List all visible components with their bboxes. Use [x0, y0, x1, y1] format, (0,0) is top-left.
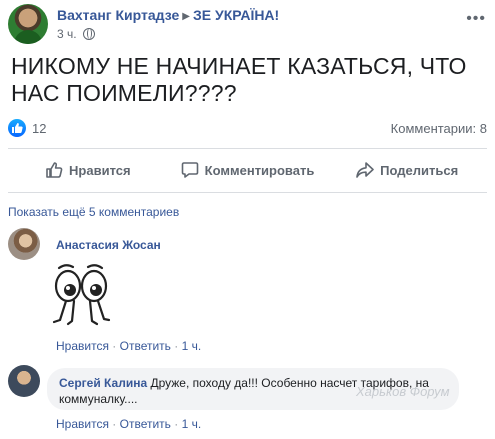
comment-button-label: Комментировать: [204, 162, 315, 178]
like-button[interactable]: Нравится: [8, 154, 168, 186]
comment-icon: [181, 162, 198, 178]
share-icon: [356, 162, 374, 178]
divider: [8, 192, 487, 193]
comment-actions: Нравится · Ответить · 1 ч.: [56, 339, 201, 353]
comment-like-link[interactable]: Нравится: [56, 339, 109, 353]
group-name-link[interactable]: ЗЕ УКРАЇНА!: [193, 7, 279, 23]
like-reaction-icon[interactable]: [8, 119, 26, 137]
commenter-avatar[interactable]: [8, 365, 40, 397]
post-meta: 3 ч.: [57, 27, 95, 41]
divider: [8, 148, 487, 149]
separator-dot: ·: [174, 339, 182, 353]
comment-author-link[interactable]: Сергей Калина: [59, 376, 147, 390]
comment-author-link[interactable]: Анастасия Жосан: [56, 238, 161, 252]
share-button[interactable]: Поделиться: [327, 154, 487, 186]
more-options-icon[interactable]: •••: [466, 10, 486, 28]
author-name-link[interactable]: Вахтанг Киртадзе: [57, 7, 179, 23]
share-button-label: Поделиться: [380, 162, 459, 178]
post-card: Вахтанг Киртадзе ▶ ЗЕ УКРАЇНА! 3 ч. ••• НИ…: [0, 0, 495, 439]
comments-count-link[interactable]: Комментарии: 8: [391, 121, 487, 136]
action-bar: Нравится Комментировать Поделиться: [8, 154, 487, 186]
separator-dot: ·: [112, 417, 120, 431]
comment-reply-link[interactable]: Ответить: [120, 339, 171, 353]
comment-actions: Нравится · Ответить · 1 ч.: [56, 417, 201, 431]
post-text: НИКОМУ НЕ НАЧИНАЕТ КАЗАТЬСЯ, ЧТО НАС ПОИ…: [11, 53, 467, 106]
comment-time[interactable]: 1 ч.: [182, 339, 202, 353]
comment-reply-link[interactable]: Ответить: [120, 417, 171, 431]
reactions-count[interactable]: 12: [32, 121, 46, 136]
comment-button[interactable]: Комментировать: [168, 154, 328, 186]
googly-eyes-sticker: [52, 264, 111, 326]
globe-icon: [82, 28, 95, 40]
post-header: Вахтанг Киртадзе ▶ ЗЕ УКРАЇНА! 3 ч. •••: [8, 4, 488, 46]
thumbs-up-icon: [46, 162, 63, 178]
like-button-label: Нравится: [69, 162, 131, 178]
watermark: Харьков Форум: [356, 384, 450, 399]
author-avatar[interactable]: [8, 4, 48, 44]
separator-dot: ·: [174, 417, 182, 431]
separator-dot: ·: [112, 339, 120, 353]
commenter-avatar[interactable]: [8, 228, 40, 260]
comment-time[interactable]: 1 ч.: [182, 417, 202, 431]
reactions-row: 12 Комментарии: 8: [8, 119, 487, 139]
show-more-comments-link[interactable]: Показать ещё 5 комментариев: [8, 205, 179, 219]
comment-like-link[interactable]: Нравится: [56, 417, 109, 431]
arrow-right-icon: ▶: [182, 11, 190, 22]
author-line: Вахтанг Киртадзе ▶ ЗЕ УКРАЇНА!: [57, 7, 279, 23]
post-time[interactable]: 3 ч.: [57, 27, 77, 41]
